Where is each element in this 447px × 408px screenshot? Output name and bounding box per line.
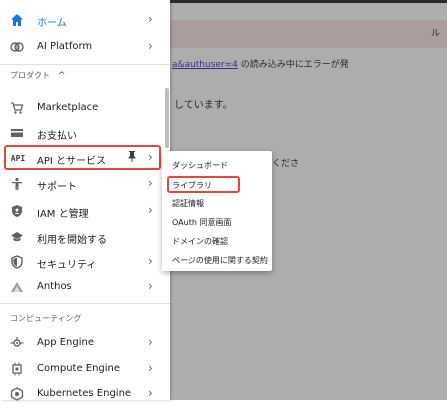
support-person-icon xyxy=(10,177,24,191)
submenu-item-domain-verification[interactable]: ドメインの確認 xyxy=(172,236,228,247)
sidebar-item-ai-platform[interactable]: AI Platform › xyxy=(0,33,170,61)
section-header-compute: コンピューティング xyxy=(10,314,82,323)
chevron-right-icon: › xyxy=(148,203,153,217)
sidebar-item-getting-started[interactable]: 利用を開始する xyxy=(0,223,170,251)
sidebar-item-kubernetes[interactable]: Kubernetes Engine › xyxy=(0,380,170,408)
sidebar-item-label: Marketplace xyxy=(37,102,99,113)
security-shield-icon xyxy=(10,255,24,269)
section-header-products[interactable]: プロダクト ^ xyxy=(10,70,66,81)
sidebar-item-compute-engine[interactable]: Compute Engine › xyxy=(0,355,170,383)
api-services-highlight xyxy=(4,145,161,170)
sidebar-item-label: サポート xyxy=(37,182,77,193)
sidebar-item-label: お支払い xyxy=(37,131,77,142)
chevron-right-icon: › xyxy=(148,254,153,268)
sidebar-item-label: App Engine xyxy=(37,337,94,348)
chevron-right-icon: › xyxy=(148,176,153,190)
chevron-right-icon: › xyxy=(148,361,153,375)
navigation-sidebar: ホーム › AI Platform › プロダクト ^ Marketplace お… xyxy=(0,0,170,401)
sidebar-item-label: AI Platform xyxy=(37,41,93,52)
sidebar-item-billing[interactable]: お支払い xyxy=(0,119,170,147)
sidebar-item-label: セキュリティ xyxy=(37,260,97,271)
submenu-item-page-usage-agreements[interactable]: ページの使用に関する契約 xyxy=(172,255,268,266)
shield-icon xyxy=(10,204,24,218)
anthos-icon xyxy=(10,280,24,294)
section-divider xyxy=(0,303,170,304)
sidebar-item-marketplace[interactable]: Marketplace xyxy=(0,94,170,122)
chevron-right-icon: › xyxy=(148,279,153,293)
sidebar-item-label: Kubernetes Engine xyxy=(37,388,132,399)
chevron-right-icon: › xyxy=(148,39,153,53)
school-icon xyxy=(10,230,24,244)
chevron-right-icon: › xyxy=(148,335,153,349)
section-divider xyxy=(0,64,170,65)
sidebar-item-iam[interactable]: IAM と管理 › xyxy=(0,197,170,225)
sidebar-item-security[interactable]: セキュリティ › xyxy=(0,248,170,276)
api-services-submenu: ダッシュボード ライブラリ 認証情報 OAuth 同意画面 ドメインの確認 ペー… xyxy=(162,151,272,271)
submenu-item-credentials[interactable]: 認証情報 xyxy=(172,198,204,209)
sidebar-scrollbar[interactable] xyxy=(165,88,169,148)
submenu-item-dashboard[interactable]: ダッシュボード xyxy=(172,160,228,171)
sidebar-item-label: IAM と管理 xyxy=(37,209,89,220)
submenu-item-oauth-consent[interactable]: OAuth 同意画面 xyxy=(172,217,231,228)
chevron-right-icon: › xyxy=(148,12,153,26)
chevron-up-icon: ^ xyxy=(58,71,66,81)
sidebar-item-label: ホーム xyxy=(37,18,67,29)
sidebar-item-label: 利用を開始する xyxy=(37,235,107,246)
chevron-right-icon: › xyxy=(148,386,153,400)
library-highlight xyxy=(167,176,240,193)
sidebar-item-label: Compute Engine xyxy=(37,363,121,374)
kubernetes-icon xyxy=(10,387,24,401)
brain-icon xyxy=(10,40,24,54)
app-engine-icon xyxy=(10,336,24,350)
sidebar-item-label: Anthos xyxy=(37,281,72,292)
sidebar-item-anthos[interactable]: Anthos › xyxy=(0,273,170,301)
section-header-label: プロダクト xyxy=(10,71,50,80)
home-icon xyxy=(10,13,24,27)
payment-icon xyxy=(10,126,24,140)
sidebar-item-support[interactable]: サポート › xyxy=(0,170,170,198)
sidebar-item-app-engine[interactable]: App Engine › xyxy=(0,329,170,357)
compute-chip-icon xyxy=(10,362,24,376)
cart-icon xyxy=(10,101,24,115)
sidebar-item-home[interactable]: ホーム › xyxy=(0,6,170,34)
